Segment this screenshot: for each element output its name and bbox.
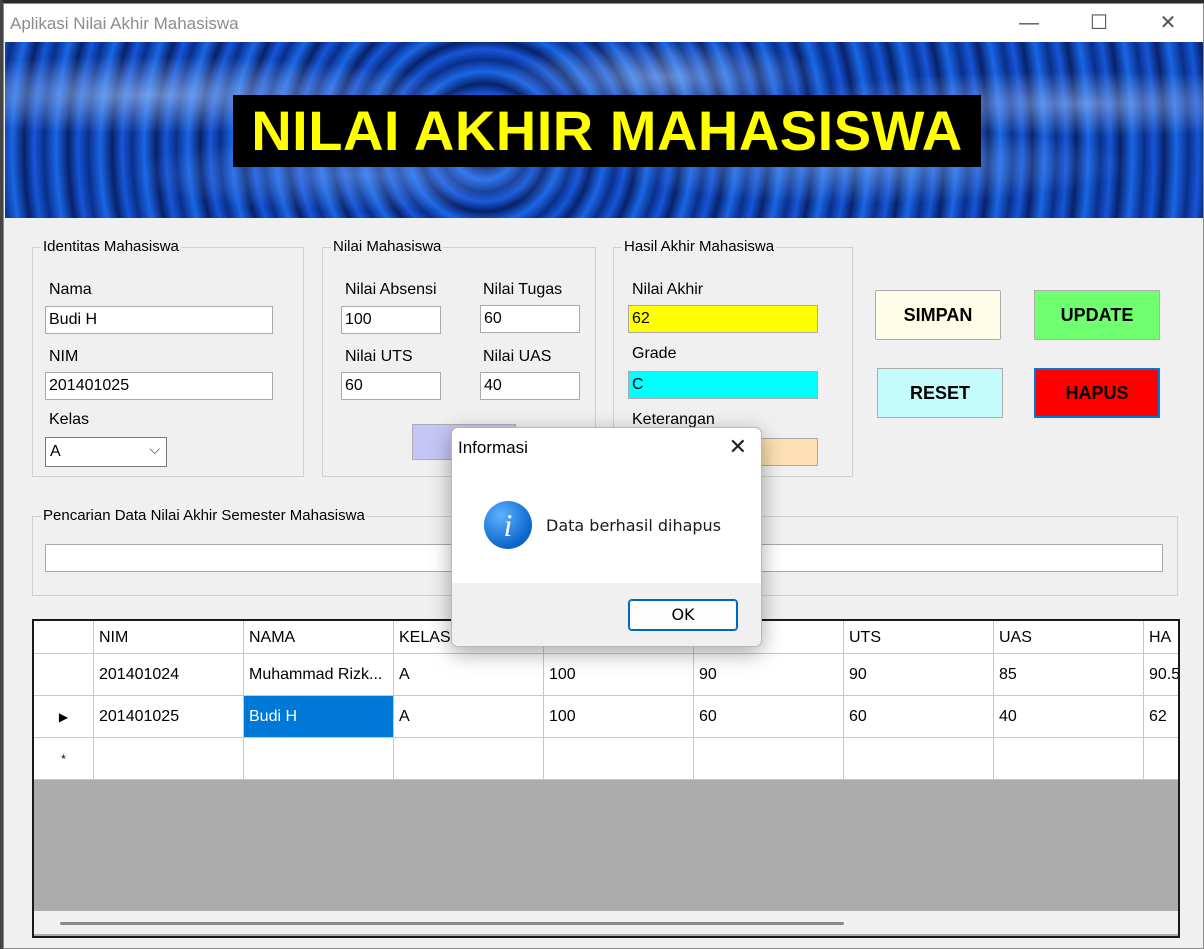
table-cell[interactable]: 40 [994,696,1144,738]
close-button[interactable]: ✕ [1133,4,1203,42]
grade-label: Grade [632,345,677,362]
minimize-button[interactable]: — [994,4,1064,42]
table-cell[interactable]: 85 [994,654,1144,696]
uts-input[interactable]: 60 [341,372,441,400]
dialog-close-button[interactable]: ✕ [729,434,747,460]
nim-label: NIM [49,348,79,365]
nama-label: Nama [49,281,92,298]
table-cell-new[interactable] [394,738,544,780]
nilai-group-title: Nilai Mahasiswa [331,238,444,255]
table-cell[interactable]: 100 [544,654,694,696]
table-cell[interactable]: 201401024 [94,654,244,696]
dialog-message: Data berhasil dihapus [546,516,722,535]
absensi-label: Nilai Absensi [345,281,437,298]
table-cell[interactable]: 90.5 [1144,654,1178,696]
grade-output: C [628,371,818,399]
kelas-value: A [50,443,61,460]
maximize-button[interactable]: ☐ [1064,4,1134,42]
table-cell-new[interactable] [544,738,694,780]
table-cell[interactable]: A [394,654,544,696]
simpan-button[interactable]: SIMPAN [875,290,1001,340]
table-cell-new[interactable] [1144,738,1178,780]
table-cell[interactable]: 201401025 [94,696,244,738]
tugas-input[interactable]: 60 [480,305,580,333]
column-header-uas[interactable]: UAS [994,621,1144,654]
table-cell-new[interactable] [694,738,844,780]
uas-label: Nilai UAS [483,348,552,365]
title-bar[interactable]: Aplikasi Nilai Akhir Mahasiswa — ☐ ✕ [4,4,1203,42]
table-cell[interactable]: 60 [844,696,994,738]
column-header-hasil[interactable]: HA [1144,621,1178,654]
chevron-down-icon: ⌵ [149,441,160,457]
absensi-input[interactable]: 100 [341,306,441,334]
grid-corner-header[interactable] [34,621,94,654]
nilai-akhir-label: Nilai Akhir [632,281,704,298]
table-cell-new[interactable] [994,738,1144,780]
table-cell-new[interactable] [244,738,394,780]
update-button[interactable]: UPDATE [1034,290,1160,340]
reset-button[interactable]: RESET [877,368,1003,418]
column-header-nama[interactable]: NAMA [244,621,394,654]
table-cell-new[interactable] [844,738,994,780]
table-cell[interactable]: A [394,696,544,738]
table-cell-new[interactable] [94,738,244,780]
dialog-footer: OK [452,583,761,646]
uts-label: Nilai UTS [345,348,413,365]
identitas-group-title: Identitas Mahasiswa [41,238,181,255]
identitas-group: Identitas Mahasiswa Nama Budi H NIM 2014… [32,238,304,477]
table-cell[interactable]: 90 [694,654,844,696]
hasil-group-title: Hasil Akhir Mahasiswa [622,238,777,255]
nilai-akhir-output: 62 [628,305,818,333]
tugas-label: Nilai Tugas [483,281,563,298]
nama-input[interactable]: Budi H [45,306,273,334]
banner-title: NILAI AKHIR MAHASISWA [233,95,981,167]
table-cell[interactable]: Muhammad Rizk... [244,654,394,696]
scrollbar-thumb[interactable] [60,922,844,925]
kelas-label: Kelas [49,411,90,428]
nim-input[interactable]: 201401025 [45,372,273,400]
data-grid[interactable]: NIM NAMA KELAS UTS UAS HA 201401024 Muha… [32,619,1180,938]
table-cell[interactable]: 60 [694,696,844,738]
uas-input[interactable]: 40 [480,372,580,400]
column-header-nim[interactable]: NIM [94,621,244,654]
new-row-header[interactable]: * [34,738,94,780]
pencarian-group-title: Pencarian Data Nilai Akhir Semester Maha… [41,507,367,524]
row-header-current[interactable]: ▶ [34,696,94,738]
table-cell[interactable]: 100 [544,696,694,738]
banner-image: NILAI AKHIR MAHASISWA [5,42,1203,218]
info-icon: i [484,501,532,549]
hapus-button[interactable]: HAPUS [1034,368,1160,418]
table-cell[interactable]: 90 [844,654,994,696]
horizontal-scrollbar[interactable] [34,911,1178,934]
dialog-title: Informasi [458,438,528,457]
window-title: Aplikasi Nilai Akhir Mahasiswa [10,14,239,33]
column-header-uts[interactable]: UTS [844,621,994,654]
row-header[interactable] [34,654,94,696]
kelas-dropdown[interactable]: A ⌵ [45,437,167,467]
table-cell[interactable]: 62 [1144,696,1178,738]
info-dialog: Informasi ✕ i Data berhasil dihapus OK [451,427,762,647]
ok-button[interactable]: OK [628,599,738,631]
table-cell-selected[interactable]: Budi H [244,696,394,738]
